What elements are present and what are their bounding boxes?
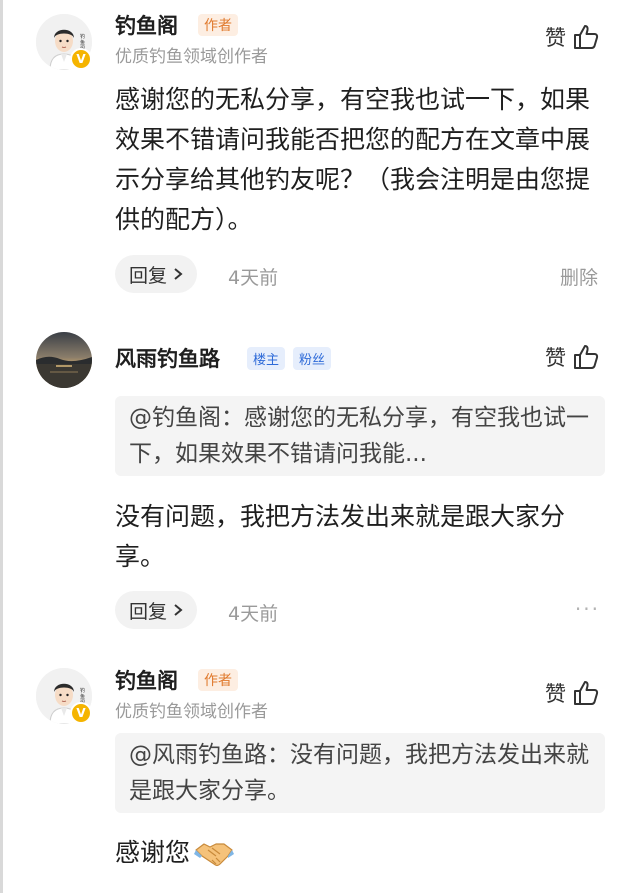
reply-label: 回复 — [129, 600, 168, 623]
author-tag: 作者 — [198, 14, 238, 36]
comment-time: 4天前 — [228, 603, 279, 625]
author-subtitle: 优质钓鱼领域创作者 — [115, 702, 268, 722]
comment-text-content: 感谢您 — [115, 838, 191, 867]
like-button[interactable]: 赞 — [545, 678, 600, 708]
comment-time: 4天前 — [228, 267, 279, 289]
verified-badge-icon: V — [70, 48, 92, 70]
like-button[interactable]: 赞 — [545, 22, 600, 52]
comment-text: 没有问题，我把方法发出来就是跟大家分享。 — [115, 502, 566, 571]
chevron-right-icon — [174, 268, 183, 280]
like-label: 赞 — [545, 682, 566, 706]
author-name[interactable]: 钓鱼阁 — [115, 10, 178, 40]
left-edge-divider — [0, 0, 3, 893]
thumbs-up-icon — [574, 681, 599, 705]
reply-button[interactable]: 回复 — [115, 255, 198, 293]
owner-tag: 楼主 — [247, 347, 286, 370]
svg-text:鱼: 鱼 — [80, 39, 85, 46]
thumbs-up-icon — [574, 25, 599, 49]
comment-text: 感谢您 — [115, 833, 615, 873]
author-name[interactable]: 风雨钓鱼路 — [115, 343, 220, 373]
chevron-right-icon — [174, 604, 183, 616]
like-label: 赞 — [545, 346, 566, 370]
author-name[interactable]: 钓鱼阁 — [115, 665, 178, 695]
svg-text:鱼: 鱼 — [80, 693, 85, 700]
like-button[interactable]: 赞 — [545, 342, 600, 372]
quoted-comment[interactable]: @钓鱼阁：感谢您的无私分享，有空我也试一下，如果效果不错请问我能... — [115, 396, 605, 476]
handshake-emoji-icon — [194, 843, 235, 867]
more-options-icon[interactable]: ··· — [575, 597, 600, 621]
thumbs-up-icon — [574, 345, 599, 369]
verified-badge-icon: V — [70, 702, 92, 724]
avatar-fengyu[interactable] — [36, 332, 92, 388]
fan-tag: 粉丝 — [293, 347, 332, 370]
svg-text:钓: 钓 — [80, 687, 85, 694]
svg-text:钓: 钓 — [80, 33, 85, 40]
comment-text: 感谢您的无私分享，有空我也试一下，如果效果不错请问我能否把您的配方在文章中展示分… — [115, 85, 591, 234]
like-label: 赞 — [545, 26, 566, 50]
author-tag: 作者 — [198, 669, 238, 691]
author-subtitle: 优质钓鱼领域创作者 — [115, 47, 268, 67]
delete-button[interactable]: 删除 — [560, 263, 598, 290]
quoted-comment[interactable]: @风雨钓鱼路：没有问题，我把方法发出来就是跟大家分享。 — [115, 733, 605, 813]
reply-button[interactable]: 回复 — [115, 591, 198, 629]
reply-label: 回复 — [129, 264, 168, 287]
